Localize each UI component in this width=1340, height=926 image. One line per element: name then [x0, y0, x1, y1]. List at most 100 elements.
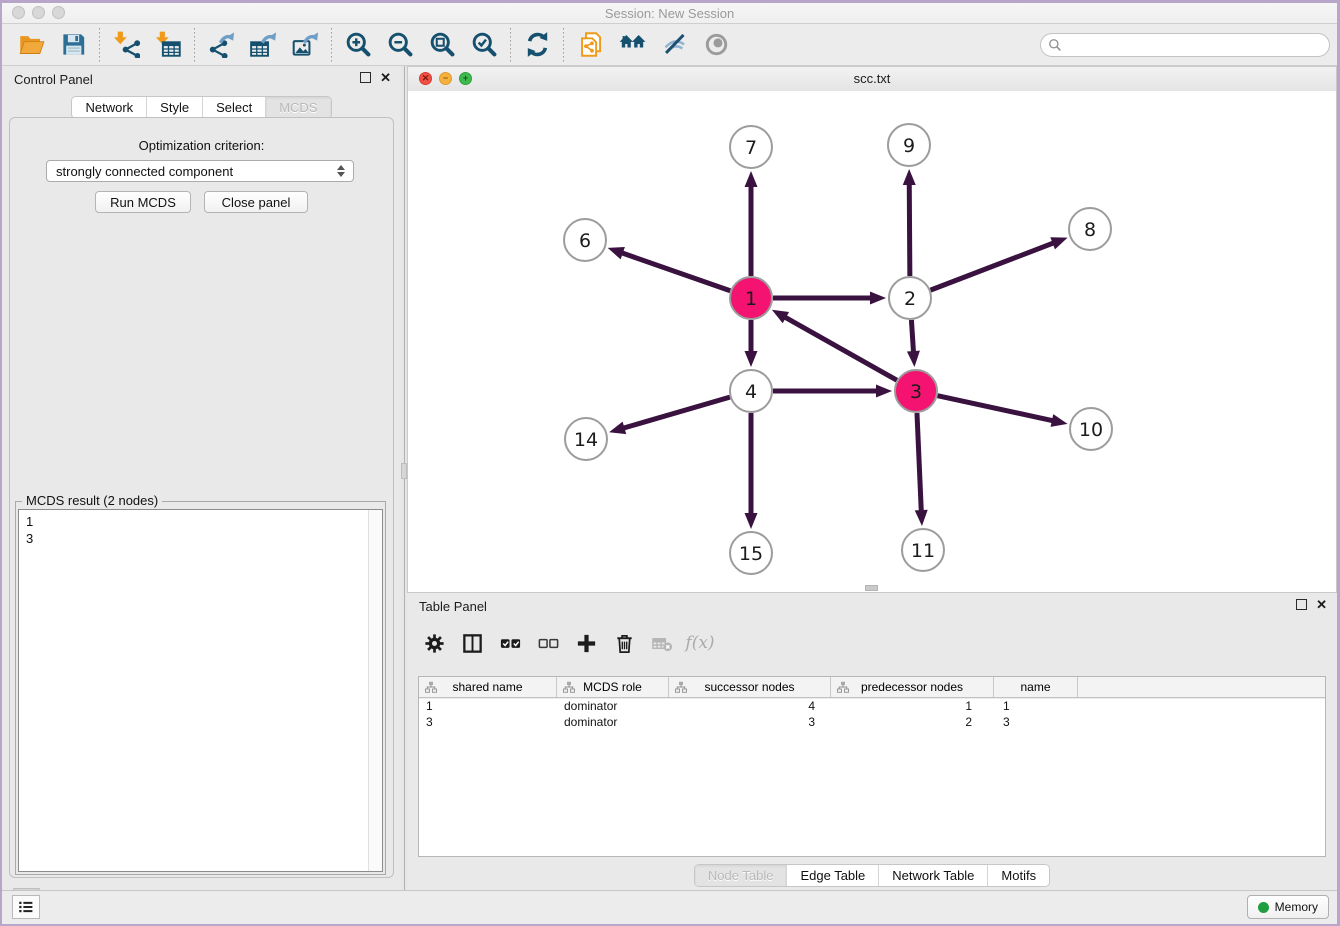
float-panel-icon[interactable]	[360, 72, 371, 83]
edge-2-3[interactable]	[907, 320, 920, 367]
table-cell[interactable]: 1	[831, 699, 994, 713]
zoom-in-button[interactable]	[337, 27, 379, 63]
graph-node-9[interactable]: 9	[888, 124, 930, 166]
table-cell[interactable]: 3	[994, 715, 1078, 729]
memory-button[interactable]: Memory	[1247, 895, 1329, 919]
tab-network[interactable]: Network	[72, 97, 146, 118]
close-panel-button[interactable]: Close panel	[204, 191, 308, 213]
zoom-selected-icon	[471, 31, 498, 58]
refresh-view-button[interactable]	[516, 27, 558, 63]
run-mcds-button[interactable]: Run MCDS	[95, 191, 191, 213]
table-cell[interactable]: dominator	[557, 699, 669, 713]
zoom-out-button[interactable]	[379, 27, 421, 63]
result-scrollbar[interactable]	[368, 510, 382, 871]
table-cell[interactable]: 1	[994, 699, 1078, 713]
table-cell[interactable]: dominator	[557, 715, 669, 729]
graph-node-10[interactable]: 10	[1070, 408, 1112, 450]
select-all-columns-icon	[499, 632, 522, 655]
unselect-all-columns-icon	[537, 632, 560, 655]
export-image-icon	[292, 31, 319, 58]
edge-1-2[interactable]	[773, 292, 886, 305]
table-cell[interactable]: 3	[419, 715, 557, 729]
edge-4-15[interactable]	[745, 413, 758, 529]
task-history-button[interactable]	[12, 895, 40, 919]
graph-node-3[interactable]: 3	[895, 370, 937, 412]
edge-2-9[interactable]	[903, 169, 916, 276]
node-label: 15	[739, 543, 763, 565]
export-network-button[interactable]	[200, 27, 242, 63]
table-cell[interactable]: 1	[419, 699, 557, 713]
close-table-panel-icon[interactable]: ✕	[1316, 599, 1327, 610]
clone-network-button[interactable]	[569, 27, 611, 63]
edge-3-1[interactable]	[772, 310, 897, 380]
graph-node-6[interactable]: 6	[564, 219, 606, 261]
export-table-button[interactable]	[242, 27, 284, 63]
save-session-button[interactable]	[52, 27, 94, 63]
graph-node-7[interactable]: 7	[730, 126, 772, 168]
tab-style[interactable]: Style	[146, 97, 202, 118]
column-header-successor-nodes[interactable]: successor nodes	[669, 677, 831, 697]
close-panel-icon[interactable]: ✕	[380, 72, 391, 83]
float-table-panel-icon[interactable]	[1296, 599, 1307, 610]
graph-node-14[interactable]: 14	[565, 418, 607, 460]
edge-1-7[interactable]	[745, 171, 758, 276]
column-header-label: predecessor nodes	[861, 680, 963, 694]
table-tab-motifs[interactable]: Motifs	[987, 865, 1049, 886]
search-input[interactable]	[1040, 33, 1330, 57]
column-header-MCDS-role[interactable]: MCDS role	[557, 677, 669, 697]
create-column-button[interactable]	[567, 627, 605, 659]
edge-1-6[interactable]	[608, 247, 731, 291]
open-file-button[interactable]	[10, 27, 52, 63]
edge-4-3[interactable]	[773, 385, 892, 398]
mcds-result-text[interactable]: 13	[19, 510, 369, 871]
column-header-shared-name[interactable]: shared name	[419, 677, 557, 697]
network-canvas[interactable]: 1 2 3 4 6 7 8 9 10 11 14 15	[408, 91, 1336, 592]
table-cell[interactable]: 2	[831, 715, 994, 729]
show-hide-annotations-button[interactable]	[695, 27, 737, 63]
edge-3-11[interactable]	[915, 413, 928, 526]
graph-node-15[interactable]: 15	[730, 532, 772, 574]
select-all-columns-button[interactable]	[491, 627, 529, 659]
unselect-all-columns-button[interactable]	[529, 627, 567, 659]
optimization-criterion-label: Optimization criterion:	[10, 138, 393, 153]
main-titlebar: Session: New Session	[2, 3, 1337, 24]
table-options-button[interactable]	[415, 627, 453, 659]
graph-node-1[interactable]: 1	[730, 277, 772, 319]
table-tab-edge-table[interactable]: Edge Table	[786, 865, 878, 886]
column-type-icon	[675, 681, 687, 693]
table-tab-network-table[interactable]: Network Table	[878, 865, 987, 886]
table-row[interactable]: 1dominator411	[419, 698, 1325, 714]
column-header-name[interactable]: name	[994, 677, 1078, 697]
canvas-scrollbar-thumb[interactable]	[865, 585, 878, 591]
show-hide-graphics-details-button[interactable]	[653, 27, 695, 63]
zoom-selected-button[interactable]	[463, 27, 505, 63]
criterion-dropdown[interactable]: strongly connected component	[46, 160, 354, 182]
delete-columns-button[interactable]	[605, 627, 643, 659]
graph-node-2[interactable]: 2	[889, 277, 931, 319]
edge-4-14[interactable]	[609, 397, 730, 434]
edge-2-8[interactable]	[931, 237, 1068, 290]
tab-mcds[interactable]: MCDS	[265, 97, 330, 118]
function-builder-icon: f(x)	[685, 633, 714, 653]
graph-node-8[interactable]: 8	[1069, 208, 1111, 250]
edge-3-10[interactable]	[937, 396, 1067, 427]
table-cell[interactable]: 4	[669, 699, 831, 713]
graph-node-11[interactable]: 11	[902, 529, 944, 571]
graph-node-4[interactable]: 4	[730, 370, 772, 412]
import-table-from-file-button[interactable]	[147, 27, 189, 63]
tab-select[interactable]: Select	[202, 97, 265, 118]
edge-1-4[interactable]	[745, 320, 758, 367]
function-builder-button[interactable]: f(x)	[681, 627, 719, 659]
import-network-from-file-button[interactable]	[105, 27, 147, 63]
table-cell[interactable]: 3	[669, 715, 831, 729]
zoom-fit-button[interactable]	[421, 27, 463, 63]
refresh-view-icon	[524, 31, 551, 58]
table-row[interactable]: 3dominator323	[419, 714, 1325, 730]
column-header-predecessor-nodes[interactable]: predecessor nodes	[831, 677, 994, 697]
import-network-from-file-icon	[113, 31, 140, 58]
show-columns-button[interactable]	[453, 627, 491, 659]
delete-table-button[interactable]	[643, 627, 681, 659]
export-image-button[interactable]	[284, 27, 326, 63]
table-tab-node-table[interactable]: Node Table	[695, 865, 787, 886]
first-neighbors-button[interactable]	[611, 27, 653, 63]
